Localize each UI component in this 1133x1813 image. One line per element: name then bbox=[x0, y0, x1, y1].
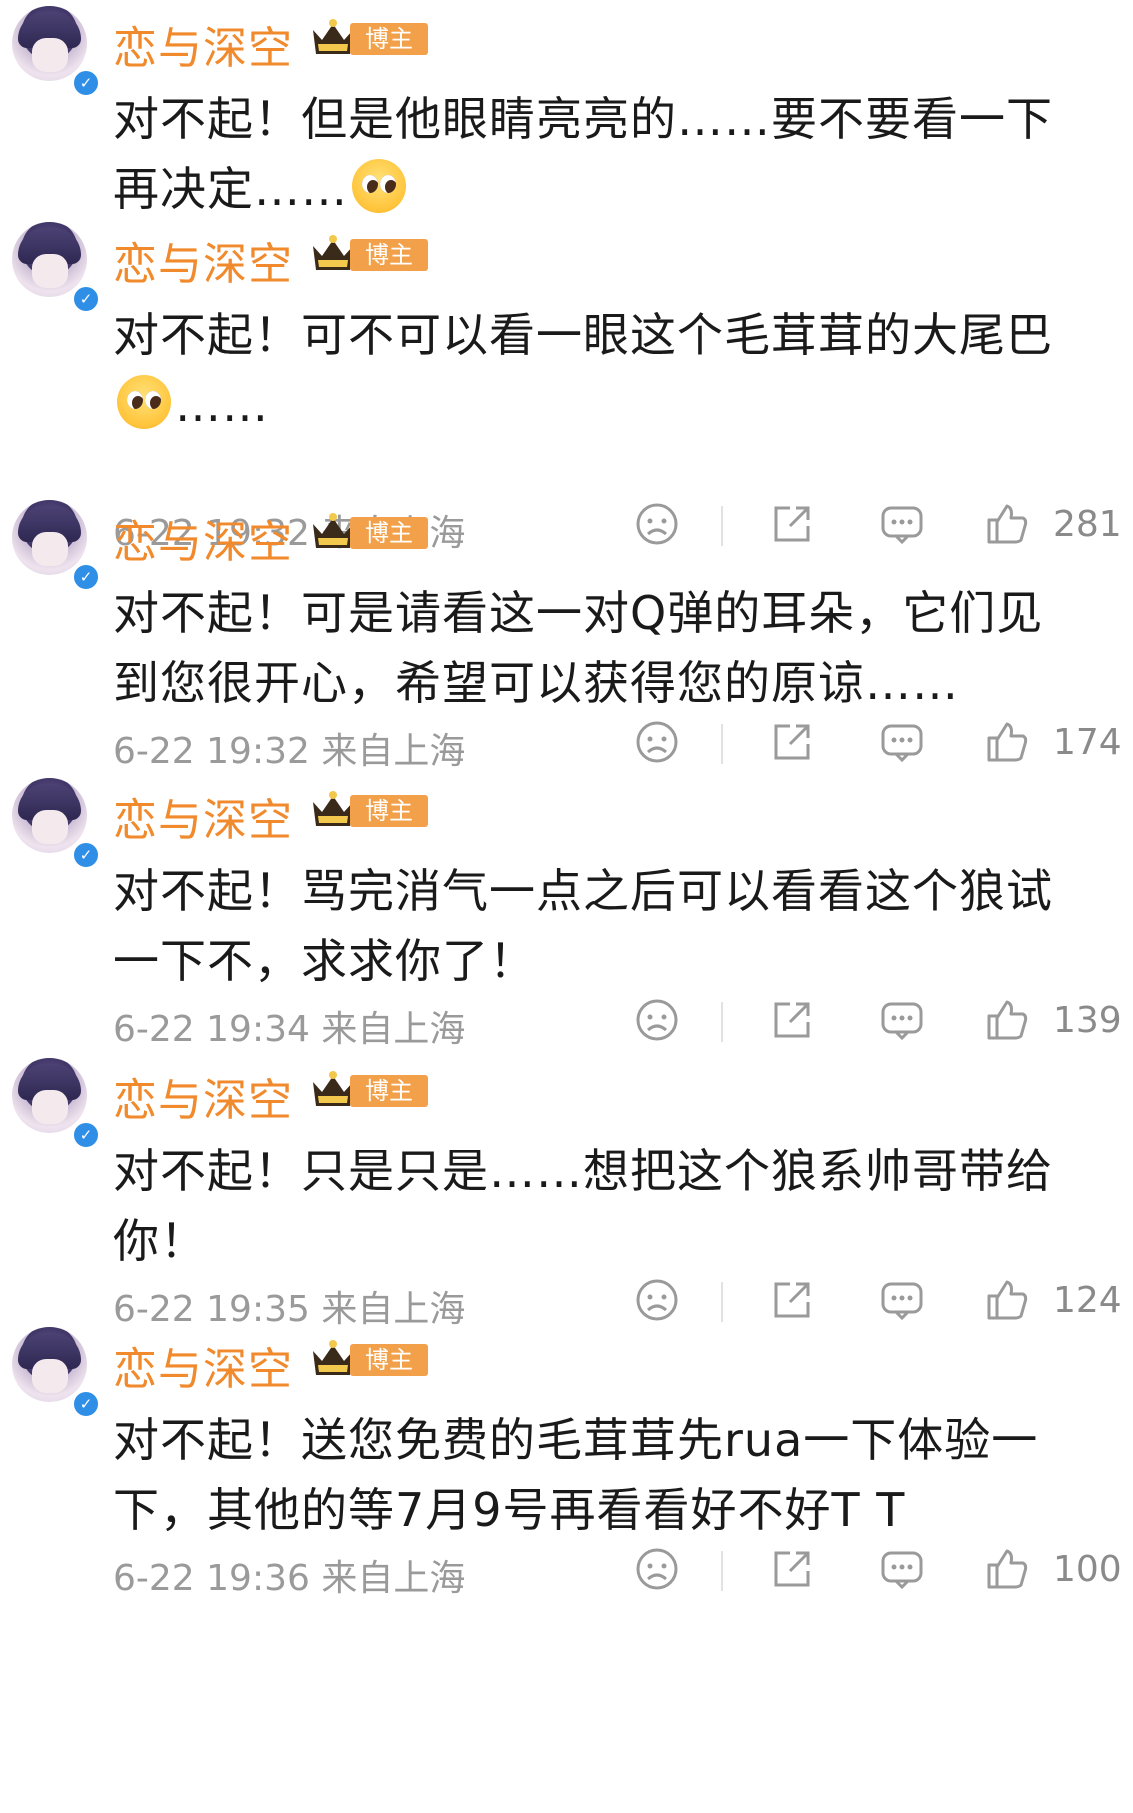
blogger-badge: 博主 bbox=[310, 18, 428, 56]
divider bbox=[721, 724, 723, 764]
comment-text: 对不起！骂完消气一点之后可以看看这个狼试 一下不，求求你了！ bbox=[113, 856, 1113, 996]
avatar[interactable]: ✓ bbox=[12, 778, 100, 869]
verified-icon: ✓ bbox=[72, 285, 100, 313]
verified-icon: ✓ bbox=[72, 1390, 100, 1418]
badge-label: 博主 bbox=[350, 23, 428, 55]
blogger-badge: 博主 bbox=[310, 1339, 428, 1377]
comment-icon[interactable] bbox=[878, 1276, 926, 1324]
divider bbox=[721, 1002, 723, 1042]
comment-line: 下，其他的等7月9号再看看好不好T T bbox=[113, 1483, 906, 1537]
comment-line: 对不起！送您免费的毛茸茸先rua一下体验一 bbox=[113, 1413, 1039, 1467]
author-name[interactable]: 恋与深空 bbox=[113, 228, 293, 292]
divider bbox=[721, 1282, 723, 1322]
comment-meta: 6-22 19:34 来自上海 139 bbox=[113, 996, 1123, 1050]
comment-icon[interactable] bbox=[878, 500, 926, 548]
dislike-face-icon[interactable] bbox=[633, 1276, 681, 1324]
comment-text: 对不起！可是请看这一对Q弹的耳朵，它们见 到您很开心，希望可以获得您的原谅…… bbox=[113, 578, 1113, 718]
verified-icon: ✓ bbox=[72, 841, 100, 869]
badge-label: 博主 bbox=[350, 1075, 428, 1107]
blogger-badge: 博主 bbox=[310, 234, 428, 272]
comment-text: 对不起！只是只是……想把这个狼系帅哥带给 你！ bbox=[113, 1136, 1113, 1276]
like-count: 124 bbox=[1053, 1280, 1122, 1321]
comment-line: 到您很开心，希望可以获得您的原谅…… bbox=[113, 656, 959, 710]
divider bbox=[721, 1551, 723, 1591]
share-icon[interactable] bbox=[768, 1276, 816, 1324]
divider bbox=[721, 506, 723, 546]
badge-label: 博主 bbox=[350, 795, 428, 827]
comment-text: 对不起！但是他眼睛亮亮的……要不要看一下 再决定…… bbox=[113, 84, 1113, 224]
avatar[interactable]: ✓ bbox=[12, 1327, 100, 1418]
comment-meta: 6-22 19:35 来自上海 124 bbox=[113, 1276, 1123, 1330]
author-name[interactable]: 恋与深空 bbox=[113, 506, 293, 570]
comment-line: 对不起！但是他眼睛亮亮的……要不要看一下 bbox=[113, 92, 1053, 146]
verified-icon: ✓ bbox=[72, 69, 100, 97]
blogger-badge: 博主 bbox=[310, 1070, 428, 1108]
dislike-face-icon[interactable] bbox=[633, 718, 681, 766]
comment-line: 一下不，求求你了！ bbox=[113, 934, 536, 988]
comment-icon[interactable] bbox=[878, 718, 926, 766]
share-icon[interactable] bbox=[768, 1545, 816, 1593]
author-name[interactable]: 恋与深空 bbox=[113, 12, 293, 76]
like-icon[interactable] bbox=[983, 1276, 1031, 1324]
timestamp: 6-22 19:32 来自上海 bbox=[113, 731, 466, 772]
verified-icon: ✓ bbox=[72, 563, 100, 591]
pleading-face-emoji bbox=[352, 159, 406, 213]
badge-label: 博主 bbox=[350, 517, 428, 549]
share-icon[interactable] bbox=[768, 996, 816, 1044]
comment-line: 对不起！只是只是……想把这个狼系帅哥带给 bbox=[113, 1144, 1053, 1198]
comment-text: 对不起！可不可以看一眼这个毛茸茸的大尾巴 …… bbox=[113, 300, 1113, 440]
like-icon[interactable] bbox=[983, 1545, 1031, 1593]
timestamp: 6-22 19:34 来自上海 bbox=[113, 1009, 466, 1050]
comment-line: …… bbox=[175, 378, 269, 432]
comment-line: 对不起！可是请看这一对Q弹的耳朵，它们见 bbox=[113, 586, 1044, 640]
share-icon[interactable] bbox=[768, 718, 816, 766]
avatar[interactable]: ✓ bbox=[12, 6, 100, 97]
author-name[interactable]: 恋与深空 bbox=[113, 784, 293, 848]
blogger-badge: 博主 bbox=[310, 790, 428, 828]
like-count: 281 bbox=[1053, 504, 1122, 545]
comment-meta: 6-22 19:32 来自上海 174 bbox=[113, 718, 1123, 772]
like-icon[interactable] bbox=[983, 996, 1031, 1044]
comment-text: 对不起！送您免费的毛茸茸先rua一下体验一 下，其他的等7月9号再看看好不好T … bbox=[113, 1405, 1113, 1545]
verified-icon: ✓ bbox=[72, 1121, 100, 1149]
badge-label: 博主 bbox=[350, 1344, 428, 1376]
comment-line: 对不起！可不可以看一眼这个毛茸茸的大尾巴 bbox=[113, 308, 1053, 362]
avatar[interactable]: ✓ bbox=[12, 222, 100, 313]
like-count: 139 bbox=[1053, 1000, 1122, 1041]
comment-line: 再决定…… bbox=[113, 162, 348, 216]
dislike-face-icon[interactable] bbox=[633, 1545, 681, 1593]
like-count: 100 bbox=[1053, 1549, 1122, 1590]
timestamp: 6-22 19:35 来自上海 bbox=[113, 1289, 466, 1330]
like-icon[interactable] bbox=[983, 718, 1031, 766]
blogger-badge: 博主 bbox=[310, 512, 428, 550]
like-icon[interactable] bbox=[983, 500, 1031, 548]
comment-icon[interactable] bbox=[878, 996, 926, 1044]
comment-line: 你！ bbox=[113, 1214, 207, 1268]
share-icon[interactable] bbox=[768, 500, 816, 548]
timestamp: 6-22 19:36 来自上海 bbox=[113, 1558, 466, 1599]
dislike-face-icon[interactable] bbox=[633, 500, 681, 548]
pleading-face-emoji bbox=[117, 375, 171, 429]
avatar[interactable]: ✓ bbox=[12, 500, 100, 591]
dislike-face-icon[interactable] bbox=[633, 996, 681, 1044]
author-name[interactable]: 恋与深空 bbox=[113, 1064, 293, 1128]
avatar[interactable]: ✓ bbox=[12, 1058, 100, 1149]
like-count: 174 bbox=[1053, 722, 1122, 763]
comment-meta: 6-22 19:36 来自上海 100 bbox=[113, 1545, 1123, 1599]
comment-icon[interactable] bbox=[878, 1545, 926, 1593]
comment-line: 对不起！骂完消气一点之后可以看看这个狼试 bbox=[113, 864, 1053, 918]
badge-label: 博主 bbox=[350, 239, 428, 271]
author-name[interactable]: 恋与深空 bbox=[113, 1333, 293, 1397]
